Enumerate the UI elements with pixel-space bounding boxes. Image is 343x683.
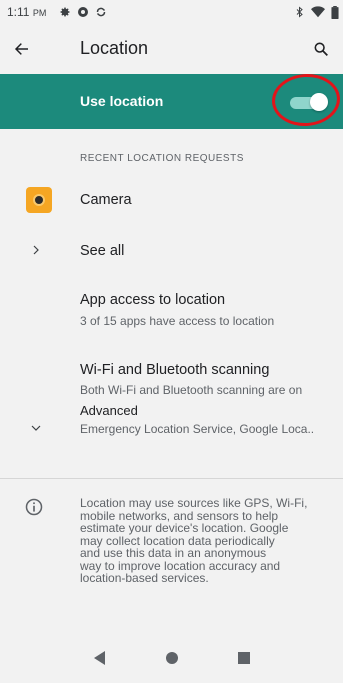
location-info-footer: Location may use sources like GPS, Wi-Fi… [0,479,343,634]
info-icon [25,498,43,516]
status-time: 1:11 PM [7,5,46,19]
see-all-label: See all [80,243,125,259]
app-access-subtitle: 3 of 15 apps have access to location [80,314,275,328]
system-nav-bar [0,634,343,683]
nav-home-button[interactable] [158,646,186,670]
search-button[interactable] [299,24,343,74]
status-left-icons [59,3,107,21]
chevron-right-icon [26,240,46,260]
app-access-title: App access to location [80,292,226,308]
status-bar: 1:11 PM [0,0,343,24]
app-access-row[interactable]: App access to location 3 of 15 apps have… [0,282,343,342]
page-title: Location [80,38,149,58]
recent-request-camera[interactable]: Camera [0,175,343,225]
search-icon [314,42,328,56]
advanced-subtitle: Emergency Location Service, Google Loca.… [80,422,315,436]
status-time-ampm: PM [32,8,47,18]
bluetooth-icon [296,6,303,18]
status-time-value: 1:11 [7,5,30,19]
scanning-title: Wi-Fi and Bluetooth scanning [80,362,270,378]
chevron-down-icon [26,418,46,438]
location-settings-screen: 1:11 PM Location Use location RECENT LOC… [0,0,343,683]
back-triangle-icon [94,651,105,665]
camera-lens [33,194,45,206]
wifi-icon [311,6,325,18]
location-info-text: Location may use sources like GPS, Wi-Fi… [80,496,308,585]
recent-requests-header: RECENT LOCATION REQUESTS [80,153,244,164]
battery-icon [331,5,339,19]
use-location-label: Use location [80,93,164,109]
camera-app-icon [26,187,52,213]
arrow-back-icon [14,43,28,55]
status-right-icons [295,3,339,21]
nav-recents-button[interactable] [230,646,258,670]
advanced-row[interactable]: Advanced Emergency Location Service, Goo… [0,395,343,455]
see-all-row[interactable]: See all [0,226,343,276]
nav-back-button[interactable] [86,646,114,670]
circle-app-icon [78,7,88,17]
home-circle-icon [166,652,178,664]
settings-gear-icon [60,7,70,17]
sync-icon [96,7,106,17]
back-button[interactable] [0,24,44,74]
recent-request-label: Camera [80,192,132,208]
recents-square-icon [238,652,250,664]
app-bar: Location [0,24,343,74]
advanced-title: Advanced [80,403,138,418]
